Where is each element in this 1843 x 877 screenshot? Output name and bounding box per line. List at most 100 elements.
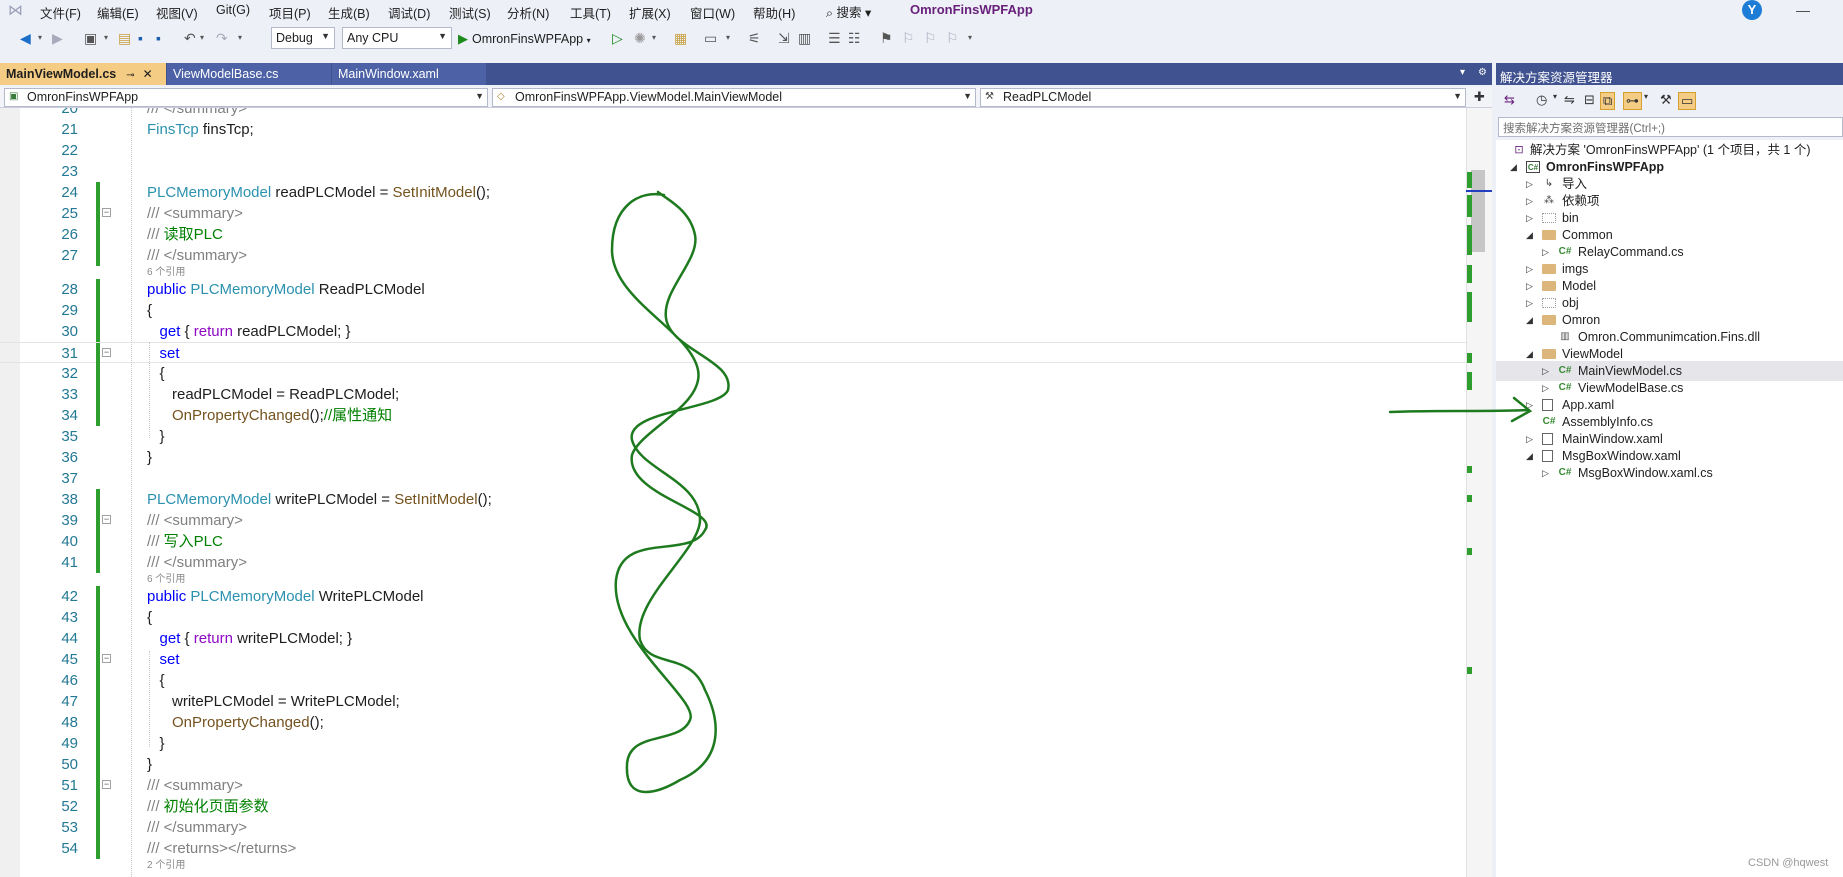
code-line[interactable]: 47 writePLCModel = WritePLCModel; (0, 691, 1466, 712)
bookmark-icon[interactable]: ⚑ (880, 30, 893, 46)
properties-icon[interactable]: ⚒ (1660, 92, 1672, 108)
code-line[interactable]: 30 get { return readPLCModel; } (0, 321, 1466, 342)
code-line[interactable]: 32 { (0, 363, 1466, 384)
preview-icon[interactable]: ▭ (1678, 92, 1697, 110)
code-line[interactable]: 27 /// </summary> (0, 245, 1466, 266)
code-line[interactable]: 28 public PLCMemoryModel ReadPLCModel (0, 279, 1466, 300)
redo-dropdown-icon[interactable]: ▾ (238, 30, 242, 46)
prev-bookmark-icon[interactable]: ⚐ (902, 30, 915, 46)
code-line[interactable]: 42 public PLCMemoryModel WritePLCModel (0, 586, 1466, 607)
code-line[interactable]: 38 PLCMemoryModel writePLCModel = SetInit… (0, 489, 1466, 510)
code-line[interactable]: 33 readPLCModel = ReadPLCModel; (0, 384, 1466, 405)
tab-list-dropdown-icon[interactable]: ▾ (1460, 67, 1465, 78)
layout-icon[interactable]: ▭ (704, 30, 717, 46)
code-line[interactable]: 21 FinsTcp finsTcp; (0, 119, 1466, 140)
save-icon[interactable]: ▪ (138, 30, 143, 46)
codelens-reference-count[interactable]: 6 个引用 (147, 570, 185, 585)
code-line[interactable]: 43 { (0, 607, 1466, 628)
code-line[interactable]: 25 − /// <summary> (0, 203, 1466, 224)
code-line[interactable]: 24 PLCMemoryModel readPLCModel = SetInitM… (0, 182, 1466, 203)
collapse-region-icon[interactable]: − (102, 348, 111, 357)
menu-tools[interactable]: 工具(T) (570, 3, 611, 22)
code-line[interactable]: 44 get { return writePLCModel; } (0, 628, 1466, 649)
clear-bookmarks-icon[interactable]: ⚐ (946, 30, 959, 46)
collapse-region-icon[interactable]: − (102, 515, 111, 524)
code-line[interactable]: 48 OnPropertyChanged(); (0, 712, 1466, 733)
menu-analyze[interactable]: 分析(N) (507, 3, 549, 22)
open-folder-icon[interactable]: ▤ (118, 30, 131, 46)
menu-extensions[interactable]: 扩展(X) (629, 3, 671, 22)
collapse-region-icon[interactable]: − (102, 208, 111, 217)
menu-debug[interactable]: 调试(D) (388, 3, 430, 22)
code-line[interactable]: 29 { (0, 300, 1466, 321)
codelens-reference-count[interactable]: 2 个引用 (147, 856, 185, 871)
platform-select[interactable]: Any CPU ▼ (342, 27, 452, 49)
filter-icon[interactable]: ⊶ (1623, 92, 1642, 110)
toolbar-overflow-icon[interactable]: ▾ (968, 30, 972, 46)
collapse-region-icon[interactable]: − (102, 654, 111, 663)
code-line[interactable]: 36} (0, 447, 1466, 468)
minimize-icon[interactable]: — (1796, 2, 1810, 18)
pin-icon[interactable]: ⊸ (126, 70, 134, 81)
code-line[interactable]: 40 /// 写入PLC (0, 531, 1466, 552)
code-line[interactable]: 49 } (0, 733, 1466, 754)
code-line[interactable]: 51 − /// <summary> (0, 775, 1466, 796)
tree-item-msgboxwindow-cs[interactable]: ▷ C# MsgBoxWindow.xaml.cs (1496, 463, 1843, 483)
outdent-icon[interactable]: ☷ (848, 30, 861, 46)
code-line[interactable]: 23 (0, 161, 1466, 182)
code-editor[interactable]: 20 /// </summary> 21 FinsTcp finsTcp; 22 23 24… (0, 108, 1492, 877)
code-line[interactable]: 22 (0, 140, 1466, 161)
pending-changes-icon[interactable]: ◷ (1536, 92, 1547, 108)
menu-test[interactable]: 测试(S) (449, 3, 491, 22)
code-line[interactable]: 46 { (0, 670, 1466, 691)
solution-explorer-search[interactable]: 搜索解决方案资源管理器(Ctrl+;) (1498, 117, 1843, 137)
switch-views-icon[interactable]: ⇆ (1504, 92, 1515, 108)
menu-view[interactable]: 视图(V) (156, 3, 198, 22)
filter-dropdown-icon[interactable]: ▾ (1644, 92, 1648, 101)
menu-window[interactable]: 窗口(W) (690, 3, 735, 22)
code-line[interactable]: 34 OnPropertyChanged();//属性通知 (0, 405, 1466, 426)
code-line[interactable]: 52 /// 初始化页面参数 (0, 796, 1466, 817)
code-line[interactable]: 35 } (0, 426, 1466, 447)
code-line[interactable]: 20 /// </summary> (0, 108, 1466, 119)
menu-edit[interactable]: 编辑(E) (97, 3, 139, 22)
close-icon[interactable]: ✕ (143, 67, 153, 81)
menu-file[interactable]: 文件(F) (40, 3, 81, 22)
tab-mainviewmodel[interactable]: MainViewModel.cs ⊸ ✕ (0, 63, 166, 85)
save-all-icon[interactable]: ▪ (156, 30, 161, 46)
project-dropdown[interactable]: ▣ OmronFinsWPFApp ▼ (4, 88, 488, 107)
menu-build[interactable]: 生成(B) (328, 3, 370, 22)
scrollbar-thumb[interactable] (1471, 170, 1485, 252)
forward-icon[interactable]: ▶ (52, 30, 63, 46)
menu-git[interactable]: Git(G) (216, 3, 250, 17)
diagnostics-icon[interactable]: ⚟ (748, 30, 761, 46)
visual-studio-logo-icon[interactable]: ⋈ (8, 3, 26, 19)
type-dropdown[interactable]: ◇ OmronFinsWPFApp.ViewModel.MainViewMode… (492, 88, 976, 107)
start-debugging-button[interactable]: ▶ OmronFinsWPFApp ▾ (458, 31, 591, 47)
hot-reload-icon[interactable]: ✺ (634, 30, 646, 46)
undo-icon[interactable]: ↶ (184, 30, 196, 46)
menu-project[interactable]: 项目(P) (269, 3, 311, 22)
collapsed-arrow-icon[interactable]: ▷ (1542, 463, 1549, 483)
configuration-select[interactable]: Debug ▼ (271, 27, 335, 49)
hot-reload-dropdown-icon[interactable]: ▾ (652, 30, 656, 46)
clipboard-icon[interactable]: ▥ (798, 30, 811, 46)
redo-icon[interactable]: ↷ (216, 30, 228, 46)
avatar[interactable]: Y (1742, 0, 1762, 20)
code-line[interactable]: 26 /// 读取PLC (0, 224, 1466, 245)
new-dropdown-icon[interactable]: ▾ (104, 30, 108, 46)
code-line[interactable]: 37 (0, 468, 1466, 489)
back-dropdown-icon[interactable]: ▾ (38, 30, 42, 46)
member-dropdown[interactable]: ⚒ ReadPLCModel ▼ (980, 88, 1466, 107)
browse-icon[interactable]: ▦ (674, 30, 687, 46)
step-icon[interactable]: ⇲ (778, 30, 790, 46)
layout-dropdown-icon[interactable]: ▾ (726, 30, 730, 46)
indent-icon[interactable]: ☰ (828, 30, 841, 46)
show-all-files-icon[interactable]: ⧉ (1600, 92, 1616, 110)
code-line[interactable]: 45 − set (0, 649, 1466, 670)
collapse-all-icon[interactable]: ⊟ (1584, 92, 1595, 108)
search-box[interactable]: ⌕ 搜索 ▾ (826, 2, 871, 21)
split-editor-icon[interactable]: ✚ (1474, 89, 1485, 105)
code-line[interactable]: 54 /// <returns></returns> (0, 838, 1466, 859)
codelens-reference-count[interactable]: 6 个引用 (147, 263, 185, 278)
